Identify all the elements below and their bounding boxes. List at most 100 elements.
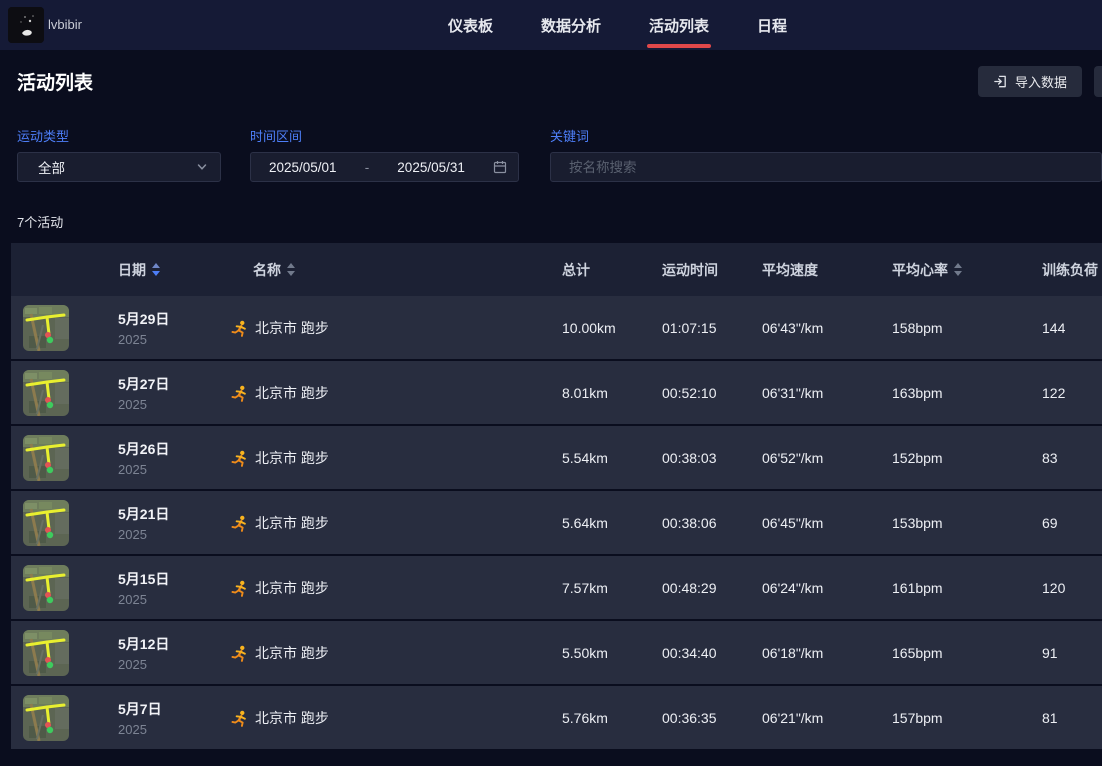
activity-heart-rate: 158bpm <box>892 320 1042 336</box>
table-header-row: 日期 名称 总计 运动时间 平均速度 平均心率 训练负荷 <box>11 243 1102 296</box>
column-header-pace: 平均速度 <box>762 260 892 280</box>
activity-heart-rate: 157bpm <box>892 710 1042 726</box>
keyword-search-input[interactable] <box>551 153 1101 181</box>
map-image <box>23 695 69 741</box>
activity-name-cell: 北京市 跑步 <box>230 513 562 533</box>
activity-date: 5月21日 <box>118 504 230 524</box>
route-map-thumbnail[interactable] <box>23 435 69 481</box>
activity-name: 北京市 跑步 <box>255 708 329 728</box>
runner-icon <box>230 319 247 337</box>
sort-icon-heart-rate[interactable] <box>954 263 962 276</box>
date-range-separator: - <box>365 160 370 175</box>
activity-name: 北京市 跑步 <box>255 643 329 663</box>
activity-training-load: 91 <box>1042 645 1102 661</box>
activity-table: 日期 名称 总计 运动时间 平均速度 平均心率 训练负荷 5月29日 2025 … <box>11 243 1102 751</box>
date-end-value: 2025/05/31 <box>397 160 465 175</box>
activity-duration: 00:38:06 <box>662 515 762 531</box>
activity-name: 北京市 跑步 <box>255 383 329 403</box>
map-image <box>23 630 69 676</box>
sport-type-select[interactable]: 全部 <box>17 152 221 182</box>
username-label: lvbibir <box>48 0 82 50</box>
activity-pace: 06'24"/km <box>762 580 892 596</box>
table-row[interactable]: 5月7日 2025 北京市 跑步 5.76km 00:36:35 06'21"/… <box>11 686 1102 751</box>
activity-date-cell: 5月26日 2025 <box>118 439 230 477</box>
nav-tab-activity-list[interactable]: 活动列表 <box>649 0 709 50</box>
runner-icon <box>230 384 247 402</box>
table-row[interactable]: 5月21日 2025 北京市 跑步 5.64km 00:38:06 06'45"… <box>11 491 1102 556</box>
activity-year: 2025 <box>118 592 230 607</box>
nav-tab-dashboard[interactable]: 仪表板 <box>448 0 493 50</box>
table-row[interactable]: 5月12日 2025 北京市 跑步 5.50km 00:34:40 06'18"… <box>11 621 1102 686</box>
activity-date-cell: 5月29日 2025 <box>118 309 230 347</box>
activity-heart-rate: 163bpm <box>892 385 1042 401</box>
chevron-down-icon <box>196 161 208 173</box>
user-avatar[interactable] <box>8 7 44 43</box>
activity-total-distance: 5.64km <box>562 515 662 531</box>
activity-year: 2025 <box>118 397 230 412</box>
activity-heart-rate: 161bpm <box>892 580 1042 596</box>
top-navigation-bar: lvbibir 仪表板 数据分析 活动列表 日程 <box>0 0 1102 50</box>
route-map-thumbnail[interactable] <box>23 695 69 741</box>
activity-name: 北京市 跑步 <box>255 578 329 598</box>
nav-tab-data-analysis[interactable]: 数据分析 <box>541 0 601 50</box>
table-row[interactable]: 5月26日 2025 北京市 跑步 5.54km 00:38:03 06'52"… <box>11 426 1102 491</box>
runner-icon <box>230 579 247 597</box>
date-start-value: 2025/05/01 <box>269 160 337 175</box>
activity-year: 2025 <box>118 527 230 542</box>
activity-duration: 00:52:10 <box>662 385 762 401</box>
activity-total-distance: 5.50km <box>562 645 662 661</box>
route-map-thumbnail[interactable] <box>23 500 69 546</box>
main-nav: 仪表板 数据分析 活动列表 日程 <box>448 0 787 50</box>
activity-name-cell: 北京市 跑步 <box>230 578 562 598</box>
edge-cropped-button[interactable] <box>1094 66 1102 97</box>
table-row[interactable]: 5月29日 2025 北京市 跑步 10.00km 01:07:15 06'43… <box>11 296 1102 361</box>
activity-training-load: 144 <box>1042 320 1102 336</box>
avatar-image <box>8 7 44 43</box>
import-button-label: 导入数据 <box>1015 72 1067 91</box>
activity-date: 5月12日 <box>118 634 230 654</box>
table-row[interactable]: 5月27日 2025 北京市 跑步 8.01km 00:52:10 06'31"… <box>11 361 1102 426</box>
map-image <box>23 565 69 611</box>
activity-date: 5月15日 <box>118 569 230 589</box>
import-data-button[interactable]: 导入数据 <box>978 66 1082 97</box>
activity-name-cell: 北京市 跑步 <box>230 448 562 468</box>
route-map-thumbnail[interactable] <box>23 370 69 416</box>
activity-name-cell: 北京市 跑步 <box>230 708 562 728</box>
date-range-picker[interactable]: 2025/05/01 - 2025/05/31 <box>250 152 519 182</box>
activity-duration: 00:34:40 <box>662 645 762 661</box>
table-row[interactable]: 5月15日 2025 北京市 跑步 7.57km 00:48:29 06'24"… <box>11 556 1102 621</box>
nav-tab-schedule[interactable]: 日程 <box>757 0 787 50</box>
activity-heart-rate: 153bpm <box>892 515 1042 531</box>
activity-name: 北京市 跑步 <box>255 513 329 533</box>
activity-pace: 06'52"/km <box>762 450 892 466</box>
activity-date-cell: 5月27日 2025 <box>118 374 230 412</box>
activity-name: 北京市 跑步 <box>255 448 329 468</box>
column-header-duration: 运动时间 <box>662 260 762 280</box>
activity-name-cell: 北京市 跑步 <box>230 318 562 338</box>
activity-name-cell: 北京市 跑步 <box>230 643 562 663</box>
activity-total-distance: 8.01km <box>562 385 662 401</box>
activity-date: 5月26日 <box>118 439 230 459</box>
activity-date-cell: 5月21日 2025 <box>118 504 230 542</box>
route-map-thumbnail[interactable] <box>23 630 69 676</box>
route-map-thumbnail[interactable] <box>23 565 69 611</box>
activity-duration: 00:48:29 <box>662 580 762 596</box>
runner-icon <box>230 514 247 532</box>
column-header-date[interactable]: 日期 <box>118 260 230 280</box>
activity-duration: 00:36:35 <box>662 710 762 726</box>
column-header-heart-rate[interactable]: 平均心率 <box>892 260 1042 280</box>
activity-date: 5月27日 <box>118 374 230 394</box>
activity-pace: 06'31"/km <box>762 385 892 401</box>
column-header-name[interactable]: 名称 <box>230 260 562 280</box>
sort-icon-date-desc[interactable] <box>152 263 160 276</box>
activity-pace: 06'18"/km <box>762 645 892 661</box>
calendar-icon <box>493 160 507 174</box>
activity-date: 5月29日 <box>118 309 230 329</box>
keyword-label: 关键词 <box>550 126 589 145</box>
activity-duration: 00:38:03 <box>662 450 762 466</box>
route-map-thumbnail[interactable] <box>23 305 69 351</box>
sort-icon-name[interactable] <box>287 263 295 276</box>
activity-name-cell: 北京市 跑步 <box>230 383 562 403</box>
activity-pace: 06'21"/km <box>762 710 892 726</box>
sport-type-value: 全部 <box>38 157 65 177</box>
